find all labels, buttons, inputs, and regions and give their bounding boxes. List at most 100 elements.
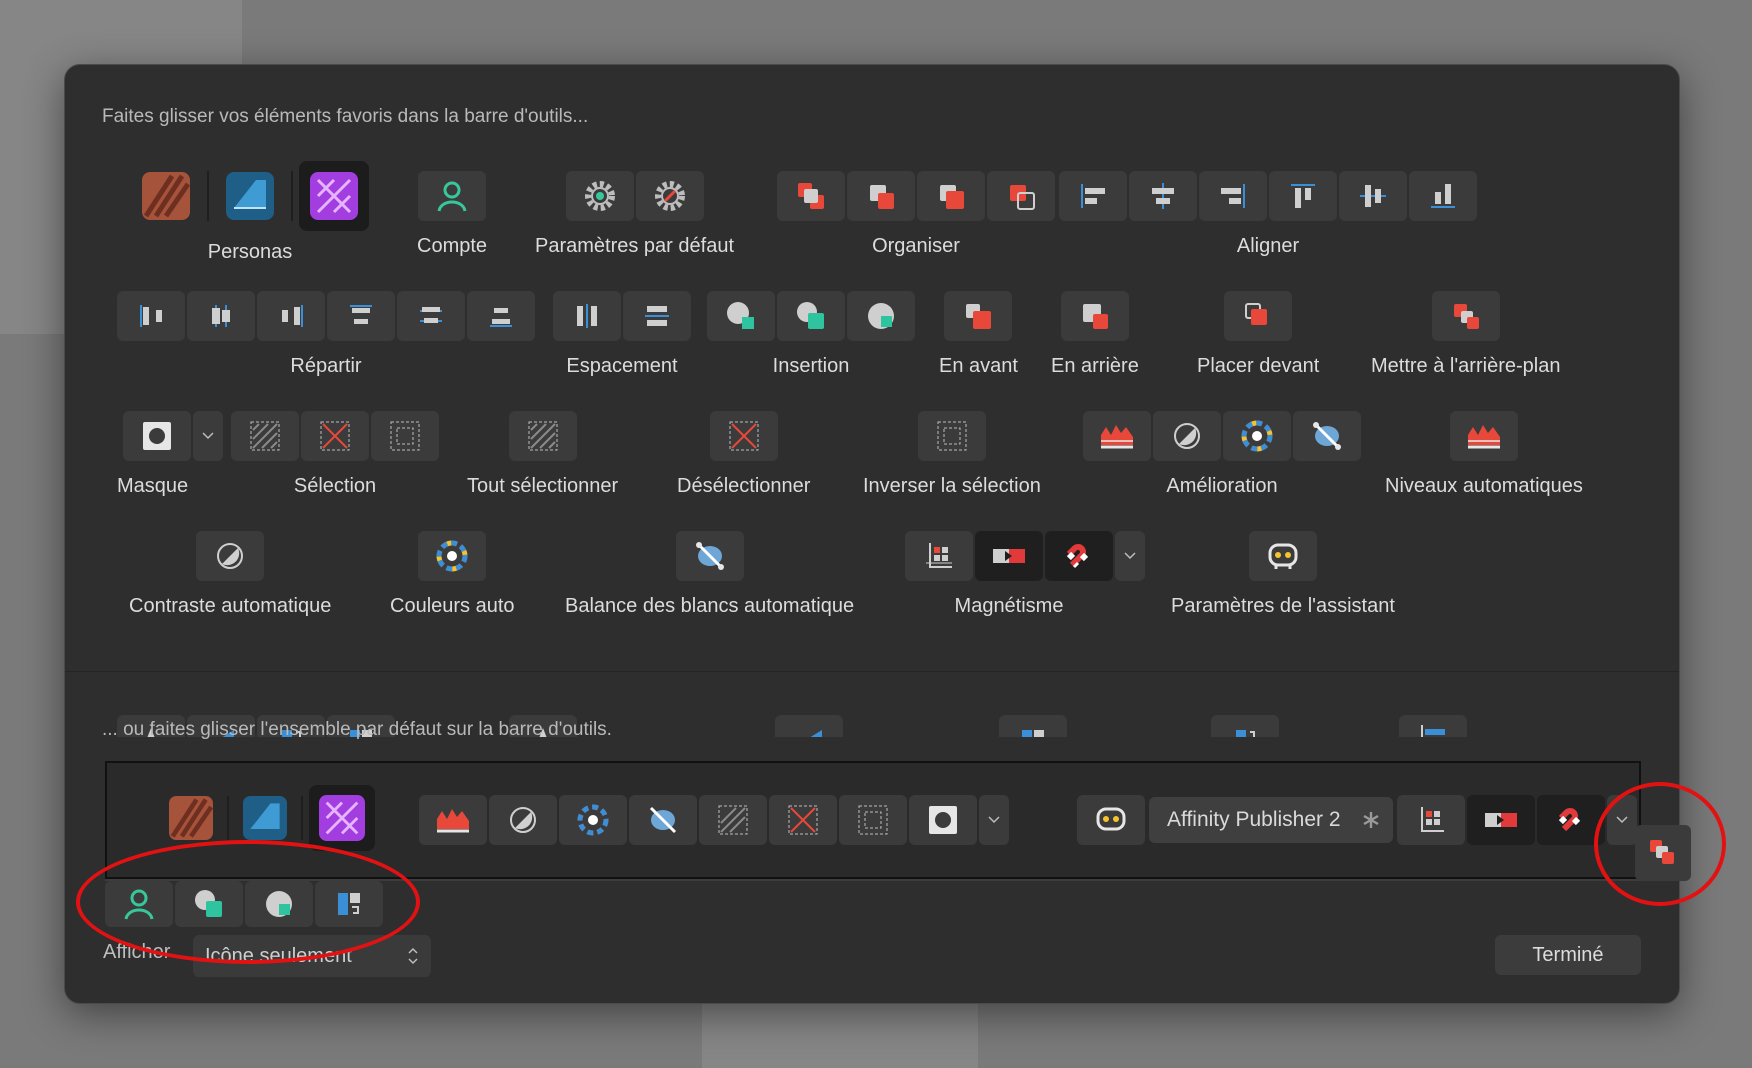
auto-colour-icon[interactable] [418, 531, 487, 581]
auto-colour-icon[interactable] [1223, 411, 1291, 461]
bring-forward-icon[interactable] [944, 291, 1013, 341]
deselect-group[interactable]: Désélectionner [677, 411, 810, 498]
spacing-group[interactable]: Espacement [553, 291, 691, 378]
account-button[interactable] [418, 171, 487, 221]
mask-label: Masque [117, 475, 189, 497]
align-left-icon[interactable] [1059, 171, 1127, 221]
bring-front-icon[interactable] [1224, 291, 1293, 341]
photo-persona-icon[interactable] [161, 788, 221, 848]
assistant-robot-icon[interactable] [1248, 531, 1317, 581]
insert-inside-icon[interactable] [707, 291, 775, 341]
bring-front-group[interactable]: Placer devant [1197, 291, 1319, 378]
auto-contrast-icon[interactable] [196, 531, 265, 581]
mask-dropdown-chevron-icon[interactable] [192, 411, 223, 461]
magnet-icon[interactable] [1045, 531, 1113, 581]
arrange-group[interactable]: Organiser [777, 171, 1055, 258]
auto-levels-group[interactable]: Niveaux automatiques [1385, 411, 1583, 498]
default-settings-group[interactable]: Paramètres par défaut [535, 171, 734, 258]
auto-levels-icon[interactable] [419, 795, 487, 845]
deselect-icon[interactable] [769, 795, 837, 845]
select-all-icon[interactable] [508, 411, 577, 461]
done-button[interactable]: Terminé [1495, 935, 1641, 975]
auto-levels-icon[interactable] [1083, 411, 1151, 461]
auto-white-balance-icon[interactable] [675, 531, 744, 581]
distribute-middle-icon[interactable] [397, 291, 465, 341]
mask-group[interactable]: Masque [117, 411, 228, 498]
insert-behind-icon[interactable] [777, 291, 845, 341]
designer-persona-icon[interactable] [215, 161, 285, 231]
invert-selection-group[interactable]: Inverser la sélection [863, 411, 1041, 498]
auto-white-balance-group[interactable]: Balance des blancs automatique [565, 531, 854, 618]
auto-white-balance-icon[interactable] [1293, 411, 1361, 461]
bring-forward-group[interactable]: En avant [939, 291, 1018, 378]
auto-contrast-icon[interactable] [489, 795, 557, 845]
auto-white-balance-icon[interactable] [629, 795, 697, 845]
snapping-dropdown-chevron-icon[interactable] [1115, 531, 1145, 581]
deselect-icon[interactable] [709, 411, 778, 461]
align-left-icon[interactable] [1399, 715, 1467, 737]
align-center-icon[interactable] [1129, 171, 1197, 221]
mask-dropdown-chevron-icon[interactable] [979, 795, 1009, 845]
invert-selection-icon[interactable] [839, 795, 907, 845]
distribute-top-icon[interactable] [327, 291, 395, 341]
select-all-group[interactable]: Tout sélectionner [467, 411, 618, 498]
auto-colour-icon[interactable] [559, 795, 627, 845]
send-backward-group[interactable]: En arrière [1051, 291, 1139, 378]
send-backward-icon[interactable] [1060, 291, 1129, 341]
assistant-group[interactable]: Paramètres de l'assistant [1171, 531, 1395, 618]
publisher-persona-icon[interactable] [309, 785, 375, 851]
clipped-item [999, 715, 1067, 737]
document-name-field[interactable]: Affinity Publisher 2 [1149, 797, 1393, 843]
photo-persona-icon[interactable] [131, 161, 201, 231]
invert-selection-icon[interactable] [371, 411, 439, 461]
send-back-group[interactable]: Mettre à l'arrière-plan [1371, 291, 1560, 378]
gear-reset-icon[interactable] [635, 171, 704, 221]
auto-contrast-group[interactable]: Contraste automatique [129, 531, 331, 618]
layout-icon[interactable] [1211, 715, 1279, 737]
invert-selection-icon[interactable] [917, 411, 986, 461]
account-group[interactable]: Compte [417, 171, 487, 258]
align-top-icon[interactable] [1269, 171, 1337, 221]
designer-persona-icon[interactable] [235, 788, 295, 848]
deselect-label: Désélectionner [677, 475, 811, 497]
select-all-icon[interactable] [699, 795, 767, 845]
snapping-candidates-icon[interactable] [975, 531, 1043, 581]
snapping-group[interactable]: Magnétisme [905, 531, 1145, 618]
assistant-robot-icon[interactable] [1077, 795, 1145, 845]
publisher-persona-icon[interactable] [299, 161, 369, 231]
auto-contrast-icon[interactable] [1153, 411, 1221, 461]
snapping-grid-icon[interactable] [905, 531, 973, 581]
align-right-icon[interactable] [1199, 171, 1267, 221]
distribute-left-icon[interactable] [117, 291, 185, 341]
distribute-group[interactable]: Répartir [117, 291, 535, 378]
arrange-forward-icon[interactable] [777, 171, 845, 221]
snapping-candidates-icon[interactable] [1467, 795, 1535, 845]
mask-icon[interactable] [909, 795, 977, 845]
send-back-icon[interactable] [1431, 291, 1500, 341]
wedge-icon[interactable] [775, 715, 843, 737]
enhance-group[interactable]: Amélioration [1083, 411, 1361, 498]
arrange-front-icon[interactable] [917, 171, 985, 221]
panels-icon[interactable] [999, 715, 1067, 737]
arrange-back-icon[interactable] [987, 171, 1055, 221]
distribute-center-icon[interactable] [187, 291, 255, 341]
arrange-backward-icon[interactable] [847, 171, 915, 221]
insert-front-icon[interactable] [847, 291, 915, 341]
auto-colour-group[interactable]: Couleurs auto [390, 531, 515, 618]
mask-icon[interactable] [122, 411, 191, 461]
insertion-group[interactable]: Insertion [707, 291, 915, 378]
align-middle-icon[interactable] [1339, 171, 1407, 221]
align-bottom-icon[interactable] [1409, 171, 1477, 221]
personas-group[interactable]: Personas [131, 161, 369, 264]
auto-levels-icon[interactable] [1449, 411, 1518, 461]
spacing-vertical-icon[interactable] [623, 291, 691, 341]
spacing-horizontal-icon[interactable] [553, 291, 621, 341]
select-all-icon[interactable] [231, 411, 299, 461]
align-group[interactable]: Aligner [1059, 171, 1477, 258]
snapping-grid-icon[interactable] [1397, 795, 1465, 845]
selection-group[interactable]: Sélection [231, 411, 439, 498]
deselect-icon[interactable] [301, 411, 369, 461]
distribute-bottom-icon[interactable] [467, 291, 535, 341]
gear-icon[interactable] [565, 171, 634, 221]
distribute-right-icon[interactable] [257, 291, 325, 341]
